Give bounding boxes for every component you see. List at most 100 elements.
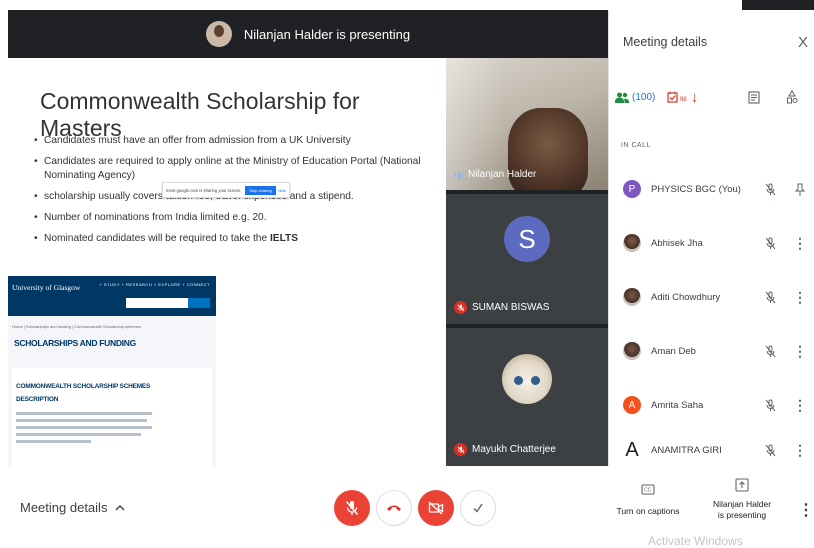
participant-name: ANAMITRA GIRI	[651, 444, 722, 456]
participant-avatar: A	[625, 438, 639, 461]
participant-avatar	[623, 342, 641, 360]
slide-bullet: Candidates must have an offer from admis…	[34, 134, 440, 148]
people-icon	[615, 92, 629, 103]
presenting-text: Nilanjan Halder is presenting	[243, 26, 411, 42]
present-button[interactable]: Nilanjan Halder is presenting	[710, 478, 774, 521]
website-subheading: COMMONWEALTH SCHOLARSHIP SCHEMES DESCRIP…	[16, 380, 150, 406]
meeting-details-toggle[interactable]: Meeting details	[20, 500, 125, 515]
website-search	[126, 298, 210, 308]
mic-off-icon[interactable]	[755, 182, 785, 196]
arrow-down-icon: ↓	[690, 88, 699, 106]
tab-attendance[interactable]: 98 ↓	[667, 84, 731, 110]
website-heading: SCHOLARSHIPS AND FUNDING	[14, 338, 136, 348]
participant-row[interactable]: A ANAMITRA GIRI ⋮	[609, 432, 814, 468]
more-options-icon[interactable]: ⋮	[785, 235, 814, 252]
website-content-card: COMMONWEALTH SCHOLARSHIP SCHEMES DESCRIP…	[12, 368, 212, 466]
mic-off-icon[interactable]	[755, 236, 785, 250]
slide-bullet-text: Nominated candidates will be required to…	[44, 233, 270, 244]
presenter-avatar	[205, 21, 232, 47]
meeting-details-panel: Meeting details X (100) 98 ↓ IN CALL P P…	[608, 10, 814, 466]
tab-people[interactable]: (100)	[615, 84, 667, 110]
mic-muted-icon	[454, 443, 467, 456]
tab-chat[interactable]	[731, 84, 777, 110]
mic-toggle-button[interactable]	[334, 490, 370, 526]
pin-icon[interactable]	[785, 181, 814, 197]
participant-tile[interactable]: Mayukh Chatterjee	[446, 328, 608, 466]
tab-activities[interactable]	[777, 84, 807, 110]
website-subheading-1: COMMONWEALTH SCHOLARSHIP SCHEMES	[16, 383, 151, 390]
close-icon[interactable]: X	[798, 34, 808, 51]
activate-windows-watermark: Activate Windows	[648, 534, 743, 548]
chevron-up-icon	[115, 505, 125, 511]
website-search-button	[188, 298, 210, 308]
participant-name: Aman Deb	[651, 345, 696, 357]
mic-off-icon[interactable]	[755, 398, 785, 412]
participant-name: PHYSICS BGC (You)	[651, 183, 741, 195]
attendance-extension-button[interactable]	[460, 490, 496, 526]
hide-link[interactable]: Hide	[278, 188, 286, 193]
slide-bullet: Candidates are required to apply online …	[34, 155, 440, 183]
svg-text:CC: CC	[644, 488, 652, 494]
panel-tabs: (100) 98 ↓	[615, 84, 814, 110]
website-header: University of Glasgow + STUDY + RESEARCH…	[8, 276, 216, 316]
panel-title: Meeting details	[623, 35, 708, 49]
participant-name: Amrita Saha	[651, 399, 704, 411]
participant-row[interactable]: Abhisek Jha ⋮	[609, 216, 814, 270]
captions-icon: CC	[612, 484, 684, 498]
website-breadcrumb: Home | Scholarships and funding | Common…	[12, 324, 142, 329]
people-count: (100)	[632, 91, 656, 103]
participant-avatar: A	[623, 396, 641, 414]
participant-avatar	[623, 234, 641, 252]
more-options-icon[interactable]: ⋮	[785, 397, 814, 414]
shared-slide: Commonwealth Scholarship for Masters Can…	[8, 58, 446, 466]
activities-icon	[787, 90, 798, 104]
participant-row[interactable]: P PHYSICS BGC (You)	[609, 162, 814, 216]
participant-avatar: S	[504, 216, 550, 262]
captions-label: Turn on captions	[616, 506, 680, 516]
meeting-details-label: Meeting details	[20, 500, 108, 515]
participant-avatar	[623, 288, 641, 306]
stop-sharing-button[interactable]: Stop sharing	[245, 185, 276, 195]
slide-bullet: Number of nominations from India limited…	[34, 211, 440, 225]
participant-row[interactable]: A Amrita Saha ⋮	[609, 378, 814, 432]
checkbox-icon	[667, 91, 678, 103]
tile-name: Mayukh Chatterjee	[472, 444, 556, 455]
mic-off-icon	[345, 501, 359, 515]
participant-tile[interactable]: Nilanjan Halder	[446, 58, 608, 190]
presentation-stage: Commonwealth Scholarship for Masters Can…	[8, 58, 608, 466]
leave-call-button[interactable]	[376, 490, 412, 526]
chat-icon	[748, 90, 760, 104]
more-options-icon[interactable]: ⋮	[785, 289, 814, 306]
tile-name: SUMAN BISWAS	[472, 302, 550, 313]
speaking-indicator-icon	[454, 170, 463, 179]
mic-off-icon[interactable]	[755, 290, 785, 304]
website-subheading-2: DESCRIPTION	[16, 396, 59, 403]
university-logo: University of Glasgow	[12, 283, 81, 292]
camera-toggle-button[interactable]	[418, 490, 454, 526]
bottom-control-bar: Meeting details CC Turn on captions Nila…	[0, 466, 814, 548]
slide-bullet: Nominated candidates will be required to…	[34, 232, 440, 246]
camera-off-icon	[428, 501, 444, 515]
tile-name: Nilanjan Halder	[468, 169, 537, 180]
check-icon	[473, 503, 483, 513]
mic-off-icon[interactable]	[755, 443, 785, 457]
hang-up-icon	[387, 505, 401, 511]
participant-name: Aditi Chowdhury	[651, 291, 721, 303]
participant-row[interactable]: Aditi Chowdhury ⋮	[609, 270, 814, 324]
website-paragraph	[16, 412, 152, 447]
participant-tile[interactable]: S SUMAN BISWAS	[446, 194, 608, 324]
present-icon	[710, 478, 774, 494]
tile-name-row: Mayukh Chatterjee	[454, 443, 556, 456]
more-options-icon[interactable]: ⋮	[785, 343, 814, 360]
participant-avatar: P	[623, 180, 641, 198]
participant-name: Abhisek Jha	[651, 237, 703, 249]
participant-list: P PHYSICS BGC (You) Abhisek Jha ⋮ Aditi …	[609, 162, 814, 468]
mic-muted-icon	[454, 301, 467, 314]
captions-button[interactable]: CC Turn on captions	[612, 484, 684, 516]
tile-name-row: Nilanjan Halder	[454, 169, 536, 180]
participant-row[interactable]: Aman Deb ⋮	[609, 324, 814, 378]
more-options-icon[interactable]: ⋮	[798, 500, 814, 520]
present-label: Nilanjan Halder is presenting	[712, 499, 772, 520]
mic-off-icon[interactable]	[755, 344, 785, 358]
more-options-icon[interactable]: ⋮	[785, 442, 814, 459]
